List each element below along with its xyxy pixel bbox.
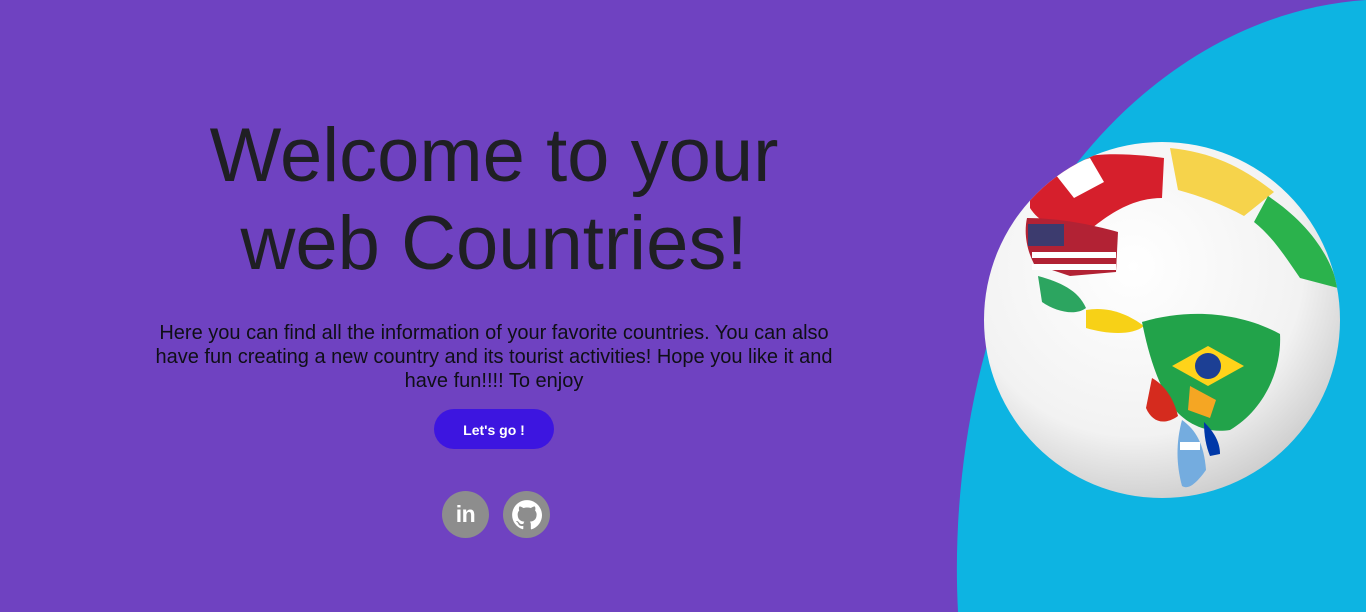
github-link[interactable] xyxy=(503,491,550,538)
globe-illustration xyxy=(984,142,1340,498)
page-title-line-1: Welcome to your xyxy=(209,113,779,198)
linkedin-icon: in xyxy=(455,501,476,527)
github-icon xyxy=(511,499,542,529)
social-links: in xyxy=(140,491,848,538)
page-title: Welcome to your web Countries! xyxy=(140,112,848,288)
hero-section: Welcome to your web Countries! Here you … xyxy=(140,112,848,538)
lets-go-button[interactable]: Let's go ! xyxy=(434,409,554,449)
world-flags-globe-image xyxy=(982,140,1342,500)
linkedin-link[interactable]: in xyxy=(442,491,489,538)
page-title-line-2: web Countries! xyxy=(240,201,748,286)
hero-description: Here you can find all the information of… xyxy=(155,322,833,392)
